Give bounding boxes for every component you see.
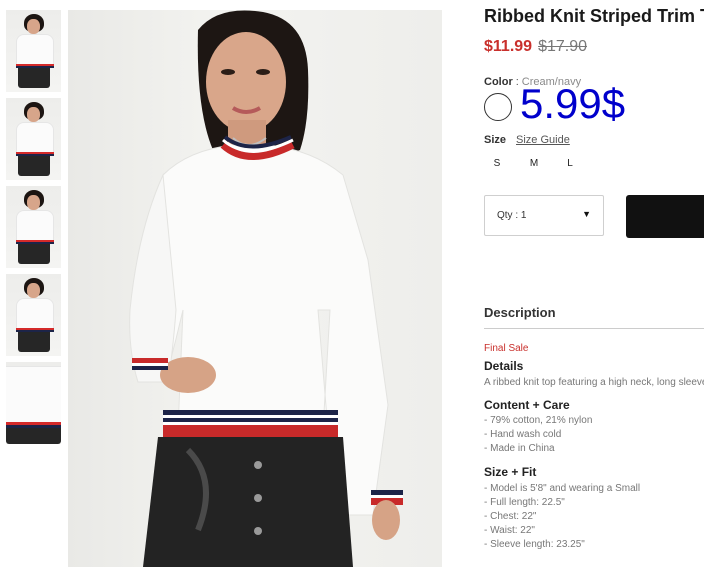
- overlay-price-annotation: 5.99$: [520, 80, 626, 127]
- care-item: - 79% cotton, 21% nylon: [484, 415, 593, 426]
- thumbnail-top: [6, 366, 61, 428]
- fit-item: - Waist: 22": [484, 525, 535, 536]
- final-sale-label: Final Sale: [484, 343, 529, 354]
- size-option-l[interactable]: L: [559, 158, 581, 169]
- quantity-select[interactable]: Qty : 1 ▼: [484, 195, 604, 236]
- thumbnail-image-4[interactable]: [6, 274, 61, 356]
- fit-item: - Sleeve length: 23.25": [484, 539, 585, 550]
- thumbnail-gallery: [6, 10, 62, 450]
- description-heading: Description: [484, 305, 556, 320]
- care-item: - Made in China: [484, 443, 555, 454]
- main-product-image: [68, 10, 442, 567]
- thumbnail-skirt: [6, 428, 61, 444]
- thumbnail-skirt: [18, 332, 50, 352]
- fit-item: - Full length: 22.5": [484, 497, 565, 508]
- thumbnail-face: [27, 107, 40, 122]
- description-divider: [484, 328, 704, 329]
- color-swatch-cream-navy[interactable]: [484, 93, 512, 121]
- thumbnail-top: [16, 298, 54, 332]
- chevron-down-icon: ▼: [582, 209, 591, 219]
- thumbnail-face: [27, 195, 40, 210]
- size-guide-link[interactable]: Size Guide: [516, 134, 570, 146]
- model-illustration: [129, 10, 403, 567]
- size-option-m[interactable]: M: [523, 158, 545, 169]
- thumbnail-top: [16, 34, 54, 68]
- thumbnail-image-5[interactable]: [6, 362, 61, 444]
- original-price: $17.90: [538, 38, 587, 55]
- product-info-panel: Ribbed Knit Striped Trim Top $11.99 $17.9…: [484, 0, 704, 567]
- color-separator: :: [515, 76, 519, 88]
- care-list: - 79% cotton, 21% nylon - Hand wash cold…: [484, 414, 592, 456]
- size-row: Size Size Guide: [484, 134, 570, 146]
- product-title: Ribbed Knit Striped Trim Top: [484, 6, 704, 26]
- thumbnail-face: [27, 283, 40, 298]
- details-heading: Details: [484, 359, 524, 373]
- thumbnail-skirt: [18, 68, 50, 88]
- color-label: Color: [484, 76, 513, 88]
- quantity-value: Qty : 1: [497, 210, 527, 221]
- thumbnail-face: [27, 19, 40, 34]
- thumbnail-skirt: [18, 156, 50, 176]
- sale-price: $11.99: [484, 38, 533, 55]
- add-to-bag-button[interactable]: [626, 195, 704, 238]
- fit-item: - Model is 5'8" and wearing a Small: [484, 483, 641, 494]
- thumbnail-image-1[interactable]: [6, 10, 61, 92]
- care-item: - Hand wash cold: [484, 429, 562, 440]
- thumbnail-image-2[interactable]: [6, 98, 61, 180]
- fit-list: - Model is 5'8" and wearing a Small - Fu…: [484, 482, 640, 552]
- thumbnail-top: [16, 210, 54, 244]
- size-label: Size: [484, 134, 507, 146]
- fit-item: - Chest: 22": [484, 511, 537, 522]
- thumbnail-skirt: [18, 244, 50, 264]
- price-row: $11.99 $17.90: [484, 38, 587, 56]
- details-text: A ribbed knit top featuring a high neck,…: [484, 377, 704, 388]
- fit-heading: Size + Fit: [484, 465, 537, 479]
- care-heading: Content + Care: [484, 398, 570, 412]
- size-option-s[interactable]: S: [486, 158, 508, 169]
- thumbnail-image-3[interactable]: [6, 186, 61, 268]
- thumbnail-top: [16, 122, 54, 156]
